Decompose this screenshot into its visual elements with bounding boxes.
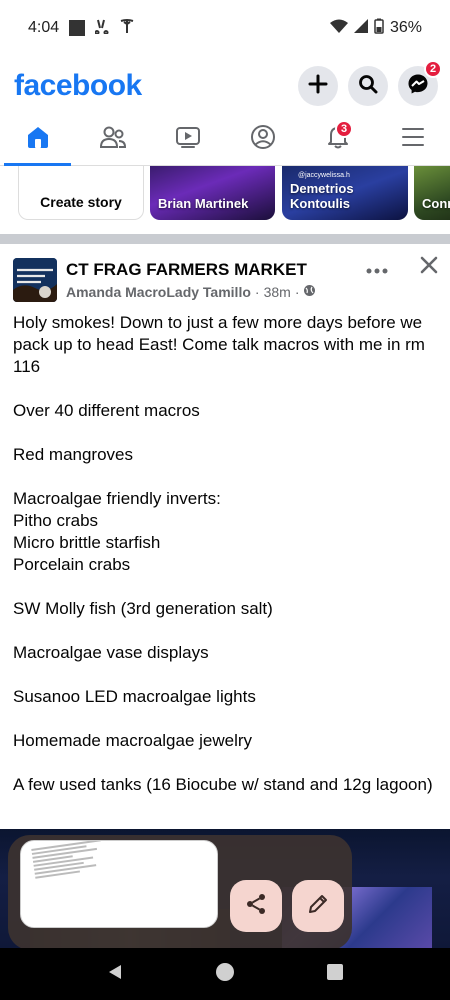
feed-divider xyxy=(0,234,450,244)
app-header: facebook 2 xyxy=(0,60,450,112)
story-card[interactable]: Conr xyxy=(414,166,450,220)
screenshot-thumbnail[interactable] xyxy=(20,840,218,928)
story-author: Brian Martinek xyxy=(158,196,249,211)
tab-friends[interactable] xyxy=(75,114,150,165)
edit-icon xyxy=(306,892,330,921)
group-name[interactable]: CT FRAG FARMERS MARKET xyxy=(66,260,307,280)
share-icon xyxy=(244,892,268,921)
menu-icon xyxy=(400,124,426,155)
group-logo-icon xyxy=(13,258,57,302)
post-body: Holy smokes! Down to just a few more day… xyxy=(13,313,433,794)
thumbnail-content xyxy=(31,841,115,881)
edit-screenshot-button[interactable] xyxy=(292,880,344,932)
home-circle-icon[interactable] xyxy=(215,962,235,987)
close-icon xyxy=(419,255,439,280)
story-card[interactable]: Brian Martinek xyxy=(150,166,275,220)
story-mention: @jaccywelissa.h xyxy=(298,172,350,179)
wifi-icon xyxy=(329,19,348,38)
tesla-icon xyxy=(119,18,135,39)
post-author[interactable]: Amanda MacroLady Tamillo xyxy=(66,284,251,300)
recents-icon[interactable] xyxy=(326,963,344,986)
notifications-badge: 3 xyxy=(335,120,353,138)
share-screenshot-button[interactable] xyxy=(230,880,282,932)
group-avatar[interactable] xyxy=(13,258,57,302)
meta-separator: · xyxy=(294,284,300,300)
messenger-button[interactable]: 2 xyxy=(398,60,442,106)
hide-post-button[interactable] xyxy=(416,254,442,280)
header-actions: 2 xyxy=(298,60,442,106)
post-text: Holy smokes! Down to just a few more day… xyxy=(13,312,438,796)
stories-strip: Create story Brian Martinek @jaccyweliss… xyxy=(0,166,450,230)
tab-home[interactable] xyxy=(0,114,75,166)
profile-icon xyxy=(250,124,276,155)
create-icon xyxy=(308,74,328,99)
status-right: 36% xyxy=(329,18,422,39)
more-options-button[interactable] xyxy=(365,256,389,280)
messenger-icon xyxy=(407,73,429,100)
create-story-label: Create story xyxy=(40,194,122,210)
video-icon xyxy=(174,124,202,155)
story-card[interactable]: @jaccywelissa.h Demetrios Kontoulis xyxy=(282,166,408,220)
tab-video[interactable] xyxy=(150,114,225,165)
story-author: Demetrios Kontoulis xyxy=(290,181,354,211)
messenger-badge: 2 xyxy=(424,60,442,78)
more-icon xyxy=(366,257,388,280)
back-icon[interactable] xyxy=(106,963,124,986)
search-button[interactable] xyxy=(348,66,388,106)
create-button[interactable] xyxy=(298,66,338,106)
voicemail-icon xyxy=(94,18,109,39)
facebook-logo[interactable]: facebook xyxy=(14,69,142,103)
system-nav-bar xyxy=(0,948,450,1000)
tab-notifications[interactable]: 3 xyxy=(300,114,375,165)
friends-icon xyxy=(99,124,127,155)
main-tabs: 3 xyxy=(0,114,450,166)
status-time: 4:04 xyxy=(28,19,60,36)
tab-profile[interactable] xyxy=(225,114,300,165)
story-author: Conr xyxy=(422,196,450,211)
status-bar: 4:04 36% xyxy=(0,0,450,56)
create-story-card[interactable]: Create story xyxy=(18,166,144,220)
globe-icon xyxy=(303,284,316,300)
battery-icon xyxy=(374,18,384,39)
search-icon xyxy=(358,74,378,99)
signal-icon xyxy=(353,18,368,38)
feed-post: CT FRAG FARMERS MARKET Amanda MacroLady … xyxy=(0,244,450,794)
tab-menu[interactable] xyxy=(375,114,450,165)
news-icon xyxy=(69,20,86,36)
battery-percent: 36% xyxy=(389,19,422,36)
home-icon xyxy=(25,124,51,155)
post-meta: Amanda MacroLady Tamillo · 38m · xyxy=(66,284,316,300)
post-header: CT FRAG FARMERS MARKET Amanda MacroLady … xyxy=(0,244,450,306)
post-time[interactable]: 38m xyxy=(264,284,291,300)
meta-separator: · xyxy=(254,284,260,300)
status-left: 4:04 xyxy=(28,18,135,39)
